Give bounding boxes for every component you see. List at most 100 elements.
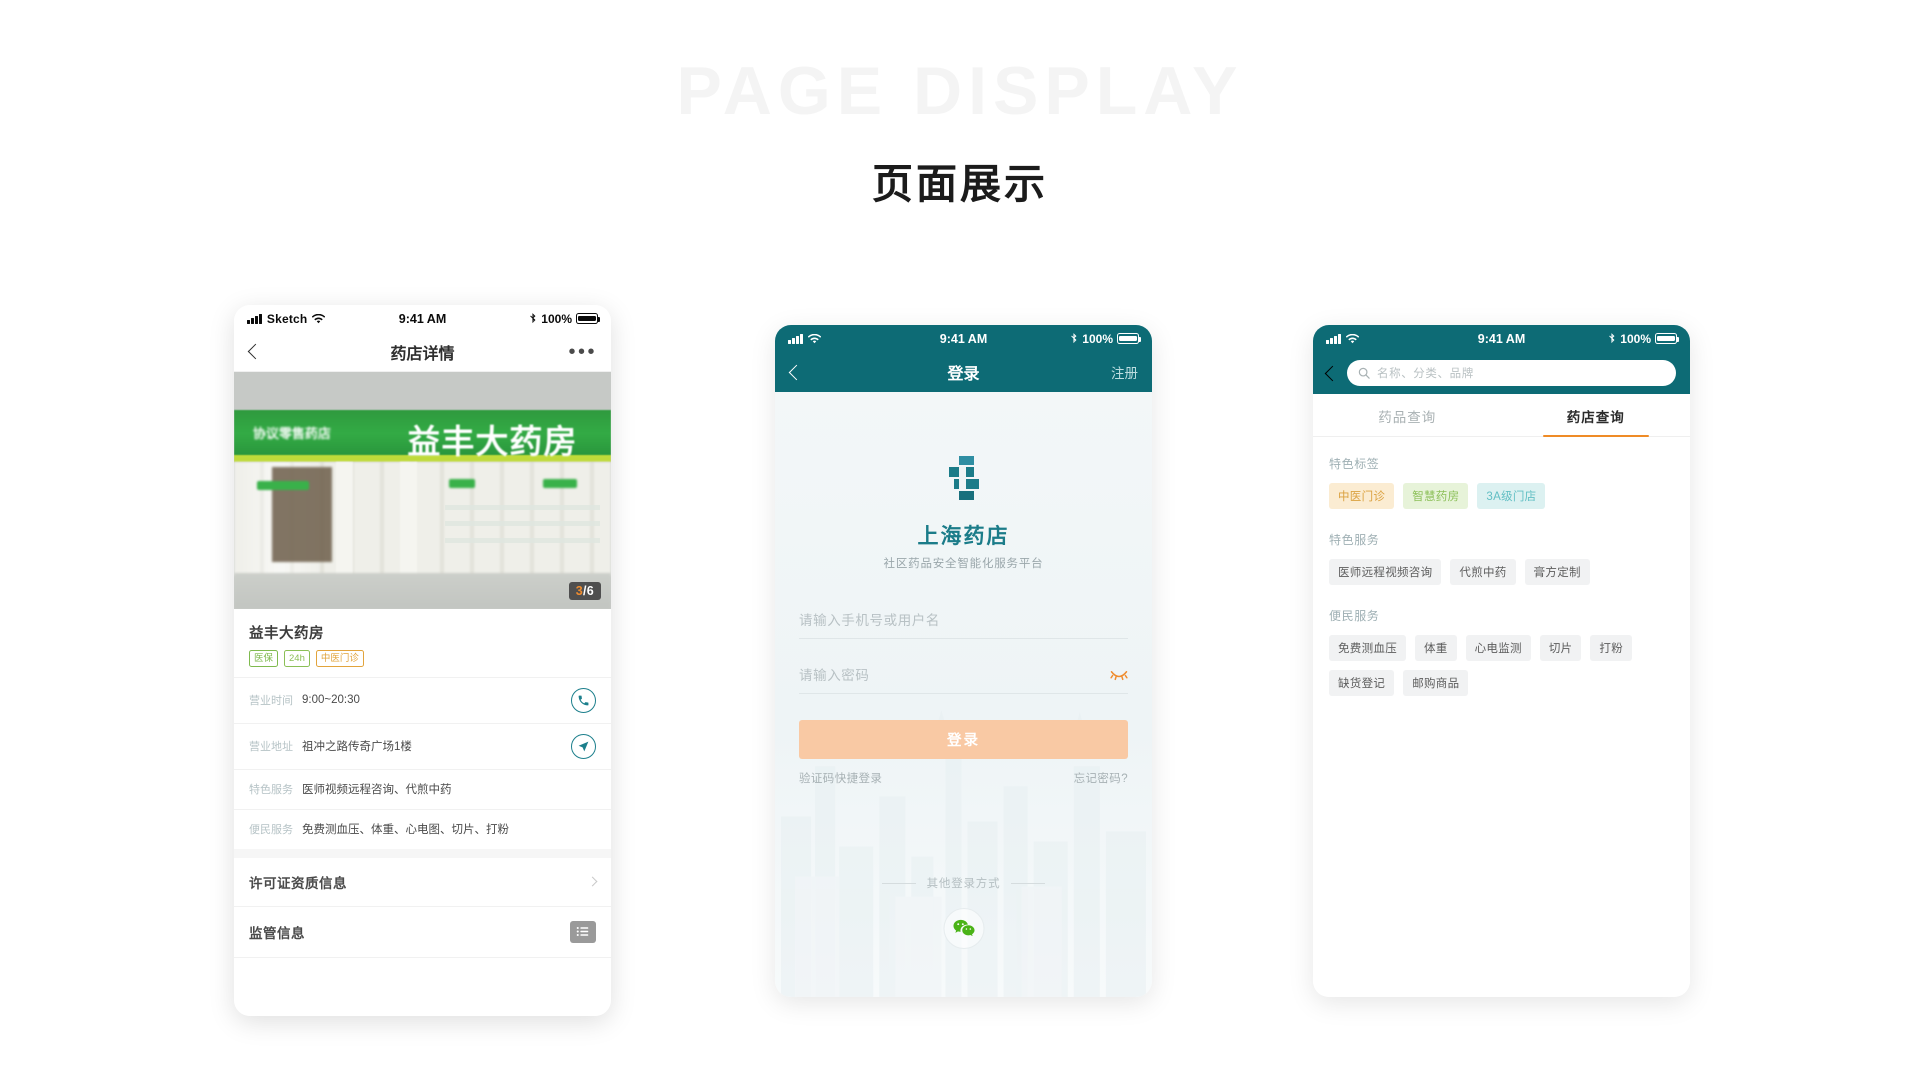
- page-title: 页面展示: [872, 150, 1086, 216]
- shop-tag: 24h: [284, 650, 310, 667]
- filter-chip[interactable]: 邮购商品: [1403, 670, 1469, 696]
- info-row-address: 营业地址 祖冲之路传奇广场1楼: [234, 722, 611, 769]
- status-bar: 9:41 AM 100%: [775, 325, 1152, 352]
- tab-pharmacy-query[interactable]: 药店查询: [1502, 394, 1691, 437]
- status-left: Sketch: [247, 312, 326, 326]
- link-label: 许可证资质信息: [249, 875, 347, 891]
- photo-sign-text: 益丰大药房: [407, 422, 578, 460]
- register-link[interactable]: 注册: [1111, 362, 1138, 382]
- link-row-license[interactable]: 许可证资质信息: [234, 858, 611, 907]
- shop-photo-carousel[interactable]: 协议零售药店 益丰大药房 3/6: [234, 372, 611, 609]
- photo-green-tag-1: [256, 481, 310, 491]
- info-action[interactable]: [571, 687, 596, 713]
- password-field[interactable]: 请输入密码: [799, 654, 1128, 694]
- search-placeholder: 名称、分类、品牌: [1377, 368, 1474, 380]
- phone-icon[interactable]: [571, 687, 596, 713]
- back-chevron-icon[interactable]: [247, 343, 264, 360]
- list-icon[interactable]: [570, 920, 596, 943]
- login-submit-button[interactable]: 登录: [799, 720, 1128, 759]
- wifi-icon: [807, 333, 821, 343]
- page-title-wrap: 页面展示: [0, 150, 1920, 216]
- other-login-label: 其他登录方式: [926, 878, 1001, 890]
- phone-screen-search: 9:41 AM 100% 名称、分类、品牌 药品查询 药店查询 特色标签 中医门…: [1313, 325, 1690, 997]
- filter-chip[interactable]: 心电监测: [1465, 635, 1531, 661]
- photo-shelf-3: [445, 537, 600, 543]
- filter-chip[interactable]: 缺货登记: [1329, 670, 1395, 696]
- query-tabs: 药品查询 药店查询: [1313, 394, 1690, 437]
- bluetooth-icon: [530, 313, 536, 324]
- link-label: 监管信息: [249, 925, 305, 941]
- search-input[interactable]: 名称、分类、品牌: [1347, 360, 1676, 386]
- tab-medicine-query[interactable]: 药品查询: [1313, 394, 1502, 436]
- search-icon: [1358, 367, 1370, 379]
- info-label: 营业时间: [249, 695, 293, 708]
- shop-name: 益丰大药房: [249, 626, 324, 642]
- filter-chip[interactable]: 代煎中药: [1450, 559, 1516, 585]
- nav-bar: 登录 注册: [775, 352, 1152, 392]
- nav-bar: 药店详情 •••: [234, 332, 611, 372]
- battery-icon: [576, 313, 601, 324]
- wifi-icon: [312, 313, 326, 323]
- bluetooth-icon: [1071, 333, 1077, 344]
- photo-column-1: [335, 462, 353, 576]
- sms-login-link[interactable]: 验证码快捷登录: [799, 770, 882, 786]
- app-subtitle: 社区药品安全智能化服务平台: [883, 558, 1044, 570]
- info-row-convenience-services: 便民服务 免费测血压、体重、心电图、切片、打粉: [234, 808, 611, 849]
- info-action[interactable]: [571, 733, 596, 759]
- battery-percent: 100%: [541, 311, 572, 326]
- filter-chip[interactable]: 切片: [1539, 635, 1582, 661]
- pharmacy-cross-logo: [948, 456, 979, 500]
- chip-group: 免费测血压 体重 心电监测 切片 打粉 缺货登记 邮购商品: [1329, 635, 1674, 696]
- app-name: 上海药店: [917, 525, 1010, 548]
- login-sub-links: 验证码快捷登录 忘记密码?: [799, 770, 1128, 786]
- filter-chip[interactable]: 体重: [1415, 635, 1457, 661]
- filter-chip[interactable]: 医师远程视频咨询: [1329, 559, 1442, 585]
- filter-chip[interactable]: 膏方定制: [1524, 559, 1590, 585]
- filter-body: 特色标签 中医门诊 智慧药房 3A级门店 特色服务 医师远程视频咨询 代煎中药 …: [1313, 437, 1690, 997]
- status-left: [788, 333, 821, 344]
- battery-percent: 100%: [1082, 331, 1113, 346]
- info-label: 营业地址: [249, 741, 293, 754]
- filter-chip[interactable]: 智慧药房: [1403, 483, 1469, 509]
- info-value: 祖冲之路传奇广场1楼: [302, 741, 412, 754]
- navigate-icon[interactable]: [571, 733, 596, 759]
- info-label: 特色服务: [249, 784, 293, 797]
- shop-tag-row: 医保 24h 中医门诊: [249, 650, 596, 667]
- wechat-icon: [952, 919, 975, 937]
- forgot-password-link[interactable]: 忘记密码?: [1074, 770, 1128, 786]
- account-field[interactable]: 请输入手机号或用户名: [799, 599, 1128, 639]
- link-row-supervision[interactable]: 监管信息: [234, 907, 611, 958]
- back-chevron-icon[interactable]: [788, 364, 805, 380]
- section-special-services: 特色服务 医师远程视频咨询 代煎中药 膏方定制: [1329, 531, 1674, 585]
- signal-bars-icon: [788, 333, 803, 344]
- info-row-hours: 营业时间 9:00~20:30: [234, 676, 611, 723]
- status-right: 100%: [1070, 331, 1142, 346]
- section-title: 特色服务: [1329, 533, 1380, 547]
- filter-chip[interactable]: 打粉: [1590, 635, 1633, 661]
- back-chevron-icon[interactable]: [1324, 365, 1341, 381]
- eye-off-icon[interactable]: [1110, 667, 1128, 681]
- carousel-counter: 3/6: [568, 582, 601, 600]
- login-body: 上海药店 社区药品安全智能化服务平台 请输入手机号或用户名 请输入密码 登录 验…: [775, 392, 1152, 997]
- page-root: PAGE DISPLAY 页面展示 Sketch 9:41 AM 100% 药店…: [0, 0, 1920, 1080]
- info-value: 免费测血压、体重、心电图、切片、打粉: [302, 824, 509, 837]
- section-spacer: [234, 848, 611, 858]
- chevron-right-icon: [587, 876, 598, 887]
- info-row-special-services: 特色服务 医师视频远程咨询、代煎中药: [234, 768, 611, 809]
- more-dots-icon[interactable]: •••: [568, 342, 597, 362]
- battery-icon: [1655, 333, 1680, 344]
- shop-header: 益丰大药房 医保 24h 中医门诊: [234, 609, 611, 677]
- battery-percent: 100%: [1620, 331, 1651, 346]
- filter-chip[interactable]: 中医门诊: [1329, 483, 1395, 509]
- filter-chip[interactable]: 免费测血压: [1329, 635, 1406, 661]
- nav-title: 登录: [947, 366, 980, 383]
- info-value: 医师视频远程咨询、代煎中药: [302, 784, 452, 797]
- section-convenience-services: 便民服务 免费测血压 体重 心电监测 切片 打粉 缺货登记 邮购商品: [1329, 607, 1674, 696]
- other-login-divider: 其他登录方式: [775, 875, 1152, 891]
- carousel-current-index: 3: [575, 584, 583, 598]
- wechat-login-button[interactable]: [943, 908, 984, 949]
- battery-icon: [1117, 333, 1142, 344]
- photo-shelf-2: [445, 521, 600, 527]
- filter-chip[interactable]: 3A级门店: [1477, 483, 1546, 509]
- divider-line-left: [881, 882, 916, 884]
